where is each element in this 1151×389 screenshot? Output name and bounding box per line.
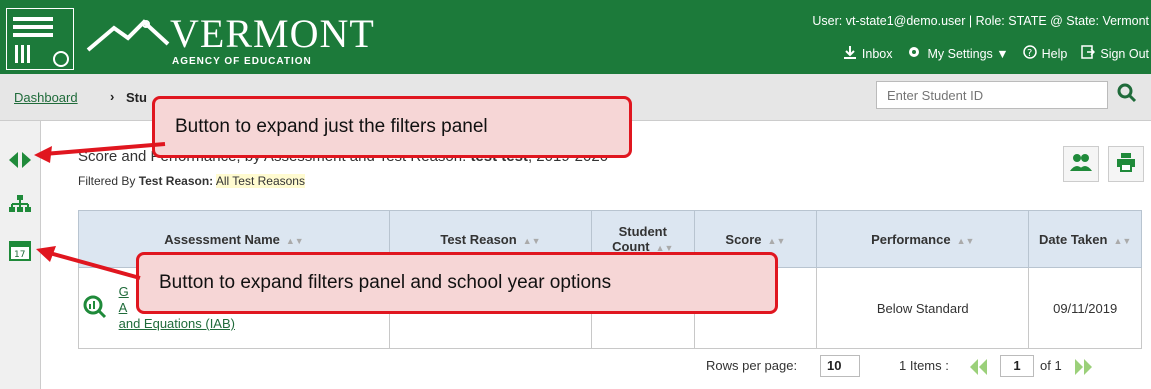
sign-out-link[interactable]: Sign Out [1081,45,1149,62]
magnify-chart-icon[interactable] [83,295,107,322]
help-label: Help [1041,46,1068,61]
col-label: Test Reason [440,231,517,247]
sort-icon: ▲▼ [956,235,975,246]
prev-page-icon[interactable] [968,357,990,382]
inbox-link[interactable]: Inbox [843,45,893,62]
rows-per-page-select[interactable]: 10 [820,355,860,377]
inbox-label: Inbox [861,46,893,61]
help-link[interactable]: ? Help [1022,45,1068,62]
help-icon: ? [1022,45,1037,62]
filter-key: Test Reason: [138,174,214,188]
my-settings-label: My Settings ▼ [927,46,1009,61]
logo-subtitle: AGENCY OF EDUCATION [172,56,312,67]
callout-school-year: Button to expand filters panel and schoo… [136,252,778,314]
assessment-link-line3[interactable]: and Equations (IAB) [119,316,235,331]
col-label: Performance [871,231,951,247]
app-header: VERMONT AGENCY OF EDUCATION User: vt-sta… [0,0,1151,74]
expand-arrows-icon [8,150,32,175]
print-button[interactable] [1108,146,1144,182]
gear-icon [906,44,922,63]
assessment-link-line1[interactable]: G [119,284,129,299]
cell-performance: Below Standard [816,267,1030,349]
student-id-search-input[interactable] [876,81,1108,109]
sort-icon: ▲▼ [1113,235,1132,246]
col-header-performance[interactable]: Performance ▲▼ [816,210,1030,268]
breadcrumb-current: Stu [126,90,147,105]
left-toolbar: 17 [0,121,41,389]
search-icon [1117,83,1137,108]
users-icon [1070,152,1092,177]
svg-text:17: 17 [14,250,25,260]
filtered-by-label: Filtered By [78,174,139,188]
search-button[interactable] [1112,81,1142,109]
sign-out-icon [1081,45,1096,62]
rows-per-page-label: Rows per page: [706,358,798,373]
page-total: of 1 [1040,358,1062,373]
calendar-icon: 17 [9,239,31,266]
download-icon [843,45,857,62]
school-year-button[interactable]: 17 [7,239,33,265]
breadcrumb-separator: › [110,89,115,104]
filter-summary: Filtered By Test Reason: All Test Reason… [78,174,305,188]
svg-text:?: ? [1027,48,1032,59]
col-label: Assessment Name [164,231,280,247]
user-info: User: vt-state1@demo.user | Role: STATE … [812,14,1149,28]
items-count: 1 Items : [899,358,949,373]
col-label: Date Taken [1039,231,1108,247]
top-nav: Inbox My Settings ▼ ? Help Sign Out [843,44,1149,63]
page-number-input[interactable]: 1 [1000,355,1034,377]
sort-icon: ▲▼ [522,235,541,246]
callout-filters-panel: Button to expand just the filters panel [152,96,632,158]
cell-date-taken: 09/11/2019 [1028,267,1142,349]
col-header-date-taken[interactable]: Date Taken ▲▼ [1028,210,1142,268]
next-page-icon[interactable] [1072,357,1094,382]
hierarchy-button[interactable] [7,193,33,219]
group-button[interactable] [1063,146,1099,182]
sort-icon: ▲▼ [285,235,304,246]
filter-value: All Test Reasons [215,174,305,188]
logo-title: VERMONT [170,11,375,56]
vermont-seal-logo [6,8,74,70]
mountain-logo-icon [86,19,170,52]
expand-filters-button[interactable] [7,149,33,175]
assessment-link-line2[interactable]: A [119,300,128,315]
hierarchy-icon [9,194,31,219]
sign-out-label: Sign Out [1100,46,1149,61]
breadcrumb-dashboard-link[interactable]: Dashboard [14,90,78,105]
col-label: Score [725,231,762,247]
sort-icon: ▲▼ [767,235,786,246]
my-settings-menu[interactable]: My Settings ▼ [906,44,1009,63]
print-icon [1116,152,1136,177]
